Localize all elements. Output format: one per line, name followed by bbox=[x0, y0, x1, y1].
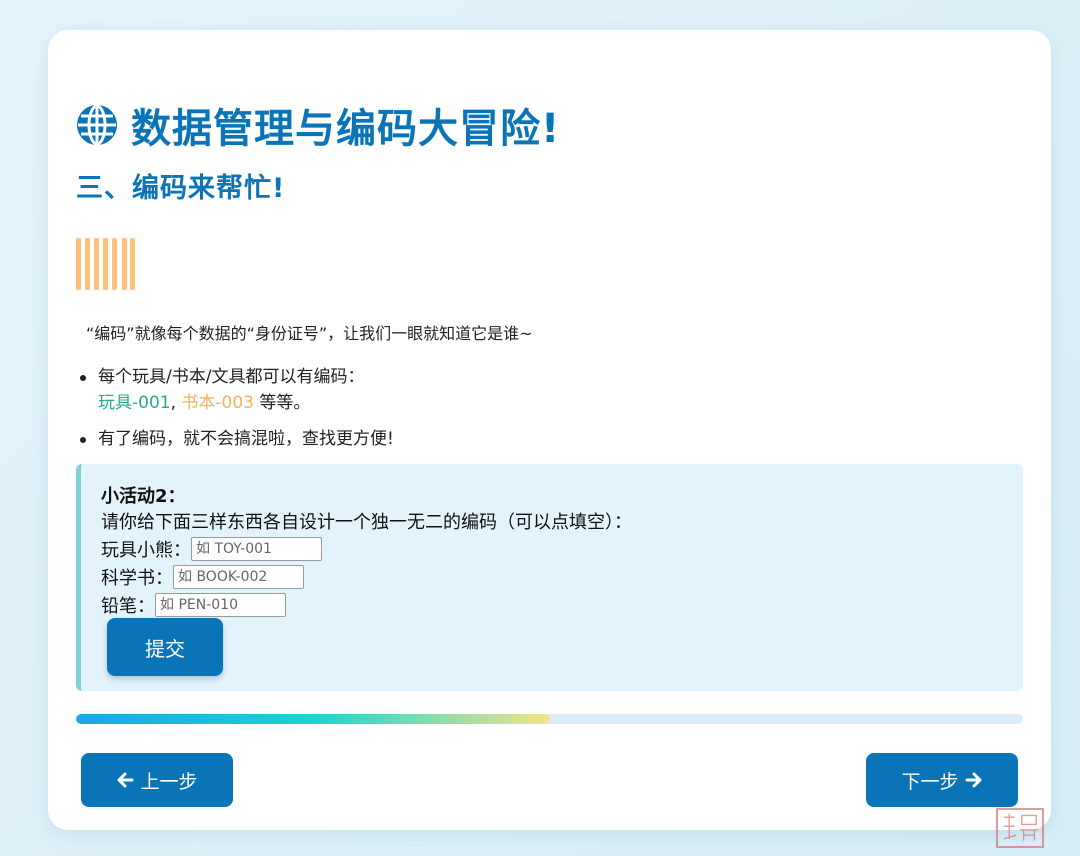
page-title: 数据管理与编码大冒险! bbox=[131, 106, 561, 152]
progress-fill bbox=[76, 714, 550, 724]
next-label: 下一步 bbox=[901, 770, 959, 793]
lesson-card: 数据管理与编码大冒险! 三、编码来帮忙! “编码”就像每个数据的“身份证号”，让… bbox=[48, 30, 1051, 830]
field-row-pencil: 铅笔： bbox=[101, 592, 286, 618]
field-row-bear: 玩具小熊： bbox=[101, 536, 322, 562]
bear-code-input[interactable] bbox=[191, 537, 322, 561]
activity-description: 请你给下面三样东西各自设计一个独一无二的编码（可以点填空）： bbox=[101, 512, 632, 533]
intro-text: “编码”就像每个数据的“身份证号”，让我们一眼就知道它是谁~ bbox=[86, 324, 533, 343]
globe-icon bbox=[77, 104, 117, 146]
list-item: 有了编码，就不会搞混啦，查找更方便! bbox=[76, 426, 394, 452]
pencil-code-input[interactable] bbox=[155, 593, 286, 617]
bullet-list: 每个玩具/书本/文具都可以有编码： 玩具-001, 书本-003 等等。 有了编… bbox=[76, 364, 394, 452]
progress-bar bbox=[76, 714, 1023, 724]
submit-button[interactable]: 提交 bbox=[107, 618, 223, 676]
book-code-input[interactable] bbox=[173, 565, 304, 589]
field-label-bear: 玩具小熊： bbox=[101, 540, 191, 561]
next-button[interactable]: 下一步 bbox=[866, 753, 1018, 807]
barcode-icon bbox=[76, 238, 135, 290]
code-suffix: 等等。 bbox=[254, 393, 311, 413]
code-example-book: 书本-003 bbox=[181, 393, 254, 413]
prev-label: 上一步 bbox=[140, 770, 198, 793]
bullet-text: 每个玩具/书本/文具都可以有编码： bbox=[98, 367, 365, 387]
activity-box: 小活动2： 请你给下面三样东西各自设计一个独一无二的编码（可以点填空）： 玩具小… bbox=[76, 464, 1023, 691]
title-row: 数据管理与编码大冒险! bbox=[75, 96, 560, 154]
list-item: 每个玩具/书本/文具都可以有编码： 玩具-001, 书本-003 等等。 bbox=[76, 364, 394, 416]
prev-button[interactable]: 上一步 bbox=[81, 753, 233, 807]
code-separator: , bbox=[170, 393, 182, 413]
field-label-pencil: 铅笔： bbox=[101, 596, 155, 617]
section-subtitle: 三、编码来帮忙! bbox=[76, 173, 286, 204]
bullet-text: 有了编码，就不会搞混啦，查找更方便! bbox=[98, 429, 394, 449]
watermark-glyph bbox=[1003, 813, 1038, 841]
activity-title: 小活动2： bbox=[101, 486, 186, 507]
arrow-right-icon bbox=[965, 772, 981, 788]
code-example-toy: 玩具-001 bbox=[98, 393, 171, 413]
arrow-left-icon bbox=[117, 772, 134, 788]
watermark-stamp bbox=[996, 808, 1044, 848]
field-row-book: 科学书： bbox=[101, 564, 304, 590]
field-label-book: 科学书： bbox=[101, 568, 173, 589]
